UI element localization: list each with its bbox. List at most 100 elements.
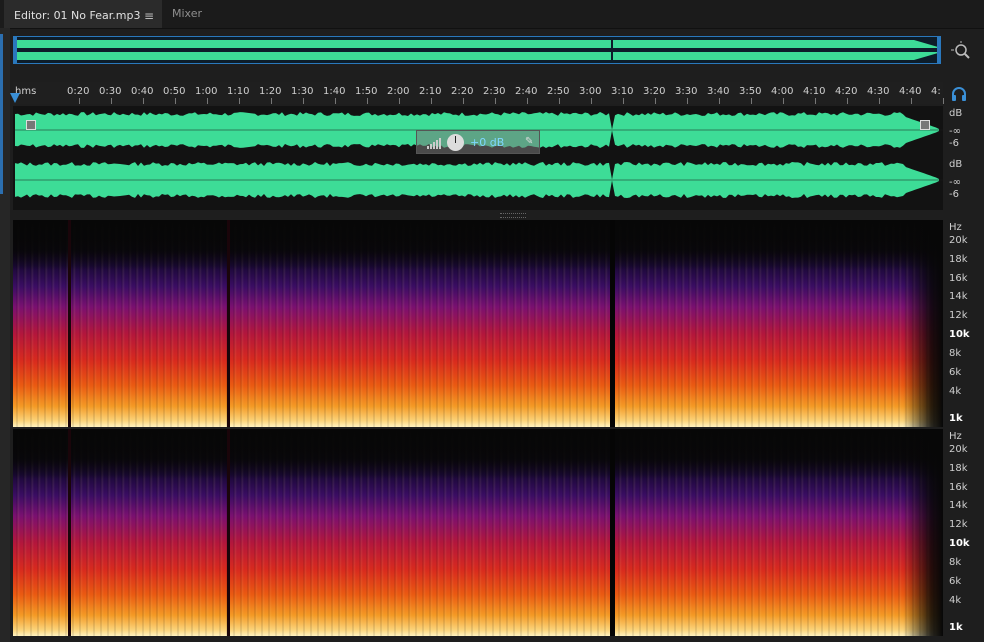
- ruler-tick-label: 2:30: [483, 86, 506, 97]
- document-tab-bar: Editor: 01 No Fear.mp3 ≡ Mixer: [0, 0, 984, 29]
- spectrogram-dip: [68, 429, 71, 636]
- tab-editor[interactable]: Editor: 01 No Fear.mp3 ≡: [4, 0, 162, 28]
- ruler-tick-label: 2:00: [387, 86, 410, 97]
- ruler-tick-label: 4:40: [899, 86, 922, 97]
- ruler-tick-label: 1:00: [195, 86, 218, 97]
- ruler-tick-label: 3:50: [739, 86, 762, 97]
- pin-icon[interactable]: ✎: [525, 136, 533, 147]
- spectral-display-left[interactable]: [13, 220, 943, 427]
- volume-bars-icon: [427, 138, 441, 149]
- ruler-tick-mark: [367, 98, 368, 104]
- ruler-tick-mark: [527, 98, 528, 104]
- ruler-tick-mark: [175, 98, 176, 104]
- fade-out-handle[interactable]: [920, 120, 930, 130]
- ruler-tick-label: 2:20: [451, 86, 474, 97]
- ruler-tick-mark: [815, 98, 816, 104]
- ruler-tick-label: 3:20: [643, 86, 666, 97]
- left-accent-bar: [0, 34, 3, 194]
- ruler-tick-label: 0:30: [99, 86, 122, 97]
- db-label: -∞: [949, 177, 961, 188]
- ruler-tick-label: 1:30: [291, 86, 314, 97]
- ruler-tick-mark: [463, 98, 464, 104]
- tab-editor-label: Editor: 01 No Fear.mp3: [14, 9, 141, 22]
- hz-unit: Hz: [949, 431, 962, 442]
- ruler-tick-mark: [79, 98, 80, 104]
- spectrogram-fadeout: [903, 220, 943, 427]
- db-label: -6: [949, 189, 959, 200]
- ruler-tick-mark: [591, 98, 592, 104]
- ruler-tick-label: 4:20: [835, 86, 858, 97]
- playhead-marker[interactable]: [10, 93, 20, 103]
- zoom-selection-icon[interactable]: [950, 40, 972, 62]
- ruler-tick-mark: [943, 98, 944, 104]
- ruler-tick-mark: [911, 98, 912, 104]
- ruler-tick-mark: [399, 98, 400, 104]
- ruler-tick-label: 4:00: [771, 86, 794, 97]
- hz-label: 18k: [949, 254, 968, 265]
- ruler-tick-label: 1:20: [259, 86, 282, 97]
- tab-menu-icon[interactable]: ≡: [144, 2, 154, 30]
- gain-hud[interactable]: +0 dB ✎: [416, 130, 540, 154]
- hz-label: 6k: [949, 576, 962, 587]
- hz-label: 1k: [949, 622, 963, 633]
- ruler-tick-label: 3:40: [707, 86, 730, 97]
- time-ruler[interactable]: hms 0:20 0:30 0:40 0:50 1:00 1:10 1:20 1:30 1:40…: [13, 82, 944, 104]
- ruler-tick-mark: [111, 98, 112, 104]
- ruler-tick-mark: [559, 98, 560, 104]
- ruler-tick-label: 3:00: [579, 86, 602, 97]
- ruler-tick-mark: [655, 98, 656, 104]
- ruler-tick-mark: [879, 98, 880, 104]
- ruler-tick-label: 2:40: [515, 86, 538, 97]
- tab-mixer-label: Mixer: [172, 7, 203, 20]
- ruler-tick-mark: [495, 98, 496, 104]
- amplitude-scale-top: dB -∞ -6: [943, 106, 984, 156]
- hz-label: 4k: [949, 386, 962, 397]
- overview-waveform[interactable]: [13, 36, 941, 64]
- spectrogram-highfreq-band: [13, 429, 943, 479]
- hz-unit: Hz: [949, 222, 962, 233]
- spectrogram-gap: [610, 220, 615, 427]
- hz-label: 12k: [949, 519, 968, 530]
- ruler-tick-label: 3:30: [675, 86, 698, 97]
- ruler-tick-label: 1:40: [323, 86, 346, 97]
- ruler-tick-mark: [431, 98, 432, 104]
- ruler-tick-mark: [303, 98, 304, 104]
- waveform-display[interactable]: [13, 106, 943, 210]
- hz-label: 12k: [949, 310, 968, 321]
- db-unit: dB: [949, 159, 963, 170]
- ruler-tick-mark: [687, 98, 688, 104]
- ruler-tick-mark: [783, 98, 784, 104]
- spectrogram-dip: [227, 220, 230, 427]
- ruler-tick-label: 0:40: [131, 86, 154, 97]
- hz-label: 10k: [949, 538, 970, 549]
- fade-in-handle[interactable]: [26, 120, 36, 130]
- tab-mixer[interactable]: Mixer: [162, 0, 230, 28]
- ruler-tick-mark: [239, 98, 240, 104]
- ruler-tick-label: 0:20: [67, 86, 90, 97]
- hz-label: 20k: [949, 235, 968, 246]
- spectrogram-dip: [68, 220, 71, 427]
- gain-value[interactable]: +0 dB: [470, 136, 504, 149]
- gain-knob-icon[interactable]: [447, 134, 464, 151]
- spectrogram-gap: [610, 429, 615, 636]
- hz-label: 20k: [949, 444, 968, 455]
- spectrogram-highfreq-band: [13, 220, 943, 270]
- hz-label: 6k: [949, 367, 962, 378]
- ruler-tick-mark: [207, 98, 208, 104]
- ruler-tick-mark: [271, 98, 272, 104]
- frequency-scale-top: Hz 20k 18k 16k 14k 12k 10k 8k 6k 4k 1k: [943, 220, 984, 427]
- db-unit: dB: [949, 108, 963, 119]
- ruler-tick-label: 2:10: [419, 86, 442, 97]
- ruler-tick-mark: [143, 98, 144, 104]
- ruler-tick-mark: [335, 98, 336, 104]
- overview-waveform-graphic: [14, 37, 940, 63]
- spectrogram-dip: [227, 429, 230, 636]
- ruler-tick-label: 2:50: [547, 86, 570, 97]
- headphones-icon[interactable]: [950, 86, 968, 102]
- db-label: -6: [949, 138, 959, 149]
- ruler-tick-label: 0:50: [163, 86, 186, 97]
- panel-divider-grip[interactable]: [500, 213, 526, 218]
- ruler-tick-label: 4:: [931, 86, 941, 97]
- spectral-display-right[interactable]: [13, 429, 943, 636]
- ruler-tick-mark: [623, 98, 624, 104]
